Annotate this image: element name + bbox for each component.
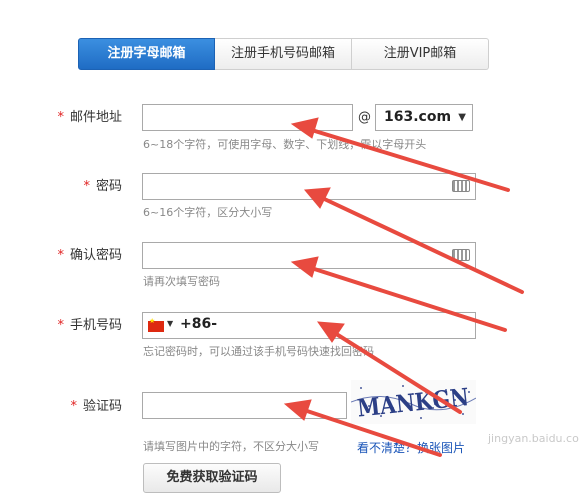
required-mark: * [83, 179, 90, 194]
password-input[interactable] [142, 173, 476, 200]
confirm-password-hint: 请再次填写密码 [143, 275, 220, 288]
email-label: * 邮件地址 [57, 110, 122, 125]
confirm-password-label: * 确认密码 [57, 248, 122, 263]
watermark: jingyan.baidu.com [488, 432, 579, 445]
captcha-noise: MANKGN [351, 382, 476, 423]
password-hint: 6~16个字符，区分大小写 [143, 206, 273, 219]
chevron-down-icon: ▼ [458, 112, 466, 123]
captcha-hint: 请填写图片中的字符，不区分大小写 [143, 440, 319, 453]
phone-input[interactable]: ▼ +86- [142, 312, 476, 339]
tab-phone-email[interactable]: 注册手机号码邮箱 [215, 38, 352, 70]
at-sign: @ [358, 110, 371, 125]
email-domain-select[interactable]: 163.com ▼ [375, 104, 473, 131]
signup-type-tabs: 注册字母邮箱 注册手机号码邮箱 注册VIP邮箱 [78, 38, 489, 70]
refresh-captcha-link[interactable]: 看不清楚？换张图片 [357, 439, 465, 456]
phone-hint: 忘记密码时，可以通过该手机号码快速找回密码 [143, 345, 374, 358]
required-mark: * [70, 399, 77, 414]
tab-vip-email[interactable]: 注册VIP邮箱 [352, 38, 489, 70]
required-mark: * [57, 110, 64, 125]
password-label: * 密码 [83, 179, 122, 194]
required-mark: * [57, 248, 64, 263]
get-sms-code-button[interactable]: 免费获取验证码 [143, 463, 281, 493]
confirm-password-input[interactable] [142, 242, 476, 269]
tab-letter-email[interactable]: 注册字母邮箱 [78, 38, 215, 70]
keyboard-icon[interactable] [452, 180, 470, 192]
keyboard-icon[interactable] [452, 249, 470, 261]
captcha-input[interactable] [142, 392, 347, 419]
email-input[interactable] [142, 104, 353, 131]
chevron-down-icon[interactable]: ▼ [167, 319, 173, 328]
required-mark: * [57, 318, 64, 333]
captcha-image[interactable]: MANKGN [351, 380, 476, 424]
phone-label: * 手机号码 [57, 318, 122, 333]
country-code: +86- [180, 316, 218, 332]
captcha-text: MANKGN [356, 382, 470, 423]
email-hint: 6~18个字符，可使用字母、数字、下划线，需以字母开头 [143, 138, 427, 151]
china-flag-icon[interactable] [148, 317, 164, 332]
captcha-label: * 验证码 [70, 399, 122, 414]
